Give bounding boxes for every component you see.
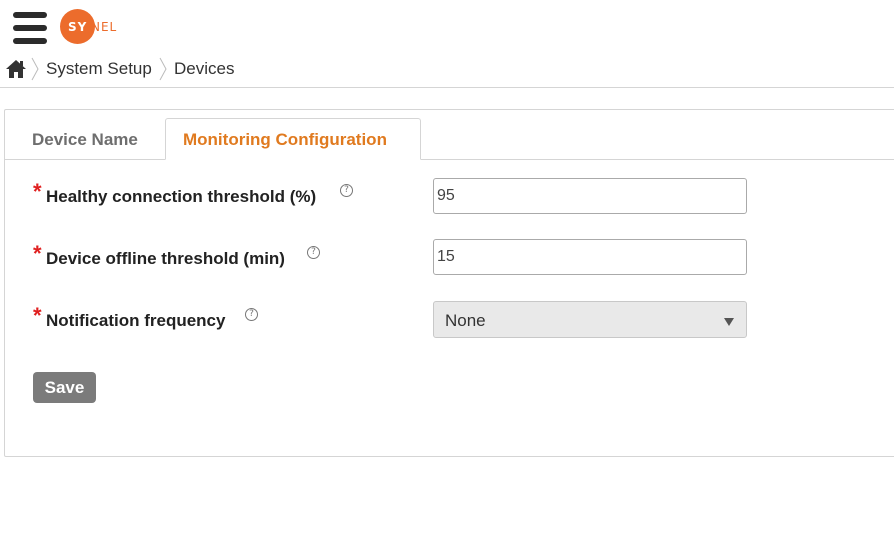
- required-marker: *: [33, 303, 42, 328]
- question-circle-icon[interactable]: ?: [340, 184, 353, 197]
- dropdown-arrow-icon: [724, 318, 734, 326]
- tab-device-name[interactable]: Device Name: [10, 118, 165, 160]
- required-marker: *: [33, 179, 42, 204]
- breadcrumb: System Setup Devices: [0, 54, 894, 88]
- question-circle-icon[interactable]: ?: [245, 308, 258, 321]
- notification-frequency-value: None: [445, 311, 486, 330]
- hamburger-menu-icon[interactable]: [13, 10, 47, 46]
- tab-monitoring-configuration[interactable]: Monitoring Configuration: [165, 118, 421, 160]
- healthy-threshold-input[interactable]: [433, 178, 747, 214]
- save-button[interactable]: Save: [33, 372, 96, 403]
- healthy-threshold-label: Healthy connection threshold (%): [46, 187, 317, 206]
- logo-text-right: NEL: [91, 20, 118, 34]
- notification-frequency-select[interactable]: None: [433, 301, 747, 338]
- offline-threshold-label: Device offline threshold (min): [46, 249, 285, 268]
- menu-line: [13, 38, 47, 44]
- logo-text-left: SY: [68, 20, 88, 34]
- question-circle-icon[interactable]: ?: [307, 246, 320, 259]
- synel-logo: SY NEL: [60, 9, 118, 45]
- top-bar: SY NEL: [0, 0, 894, 52]
- offline-threshold-input[interactable]: [433, 239, 747, 275]
- required-marker: *: [33, 241, 42, 266]
- breadcrumb-devices[interactable]: Devices: [174, 59, 234, 79]
- breadcrumb-separator-icon: [31, 57, 39, 81]
- menu-line: [13, 25, 47, 31]
- settings-panel: [4, 109, 894, 457]
- home-icon[interactable]: [5, 58, 27, 80]
- notification-frequency-label: Notification frequency: [46, 311, 226, 330]
- menu-line: [13, 12, 47, 18]
- breadcrumb-separator-icon: [159, 57, 167, 81]
- breadcrumb-system-setup[interactable]: System Setup: [46, 59, 152, 79]
